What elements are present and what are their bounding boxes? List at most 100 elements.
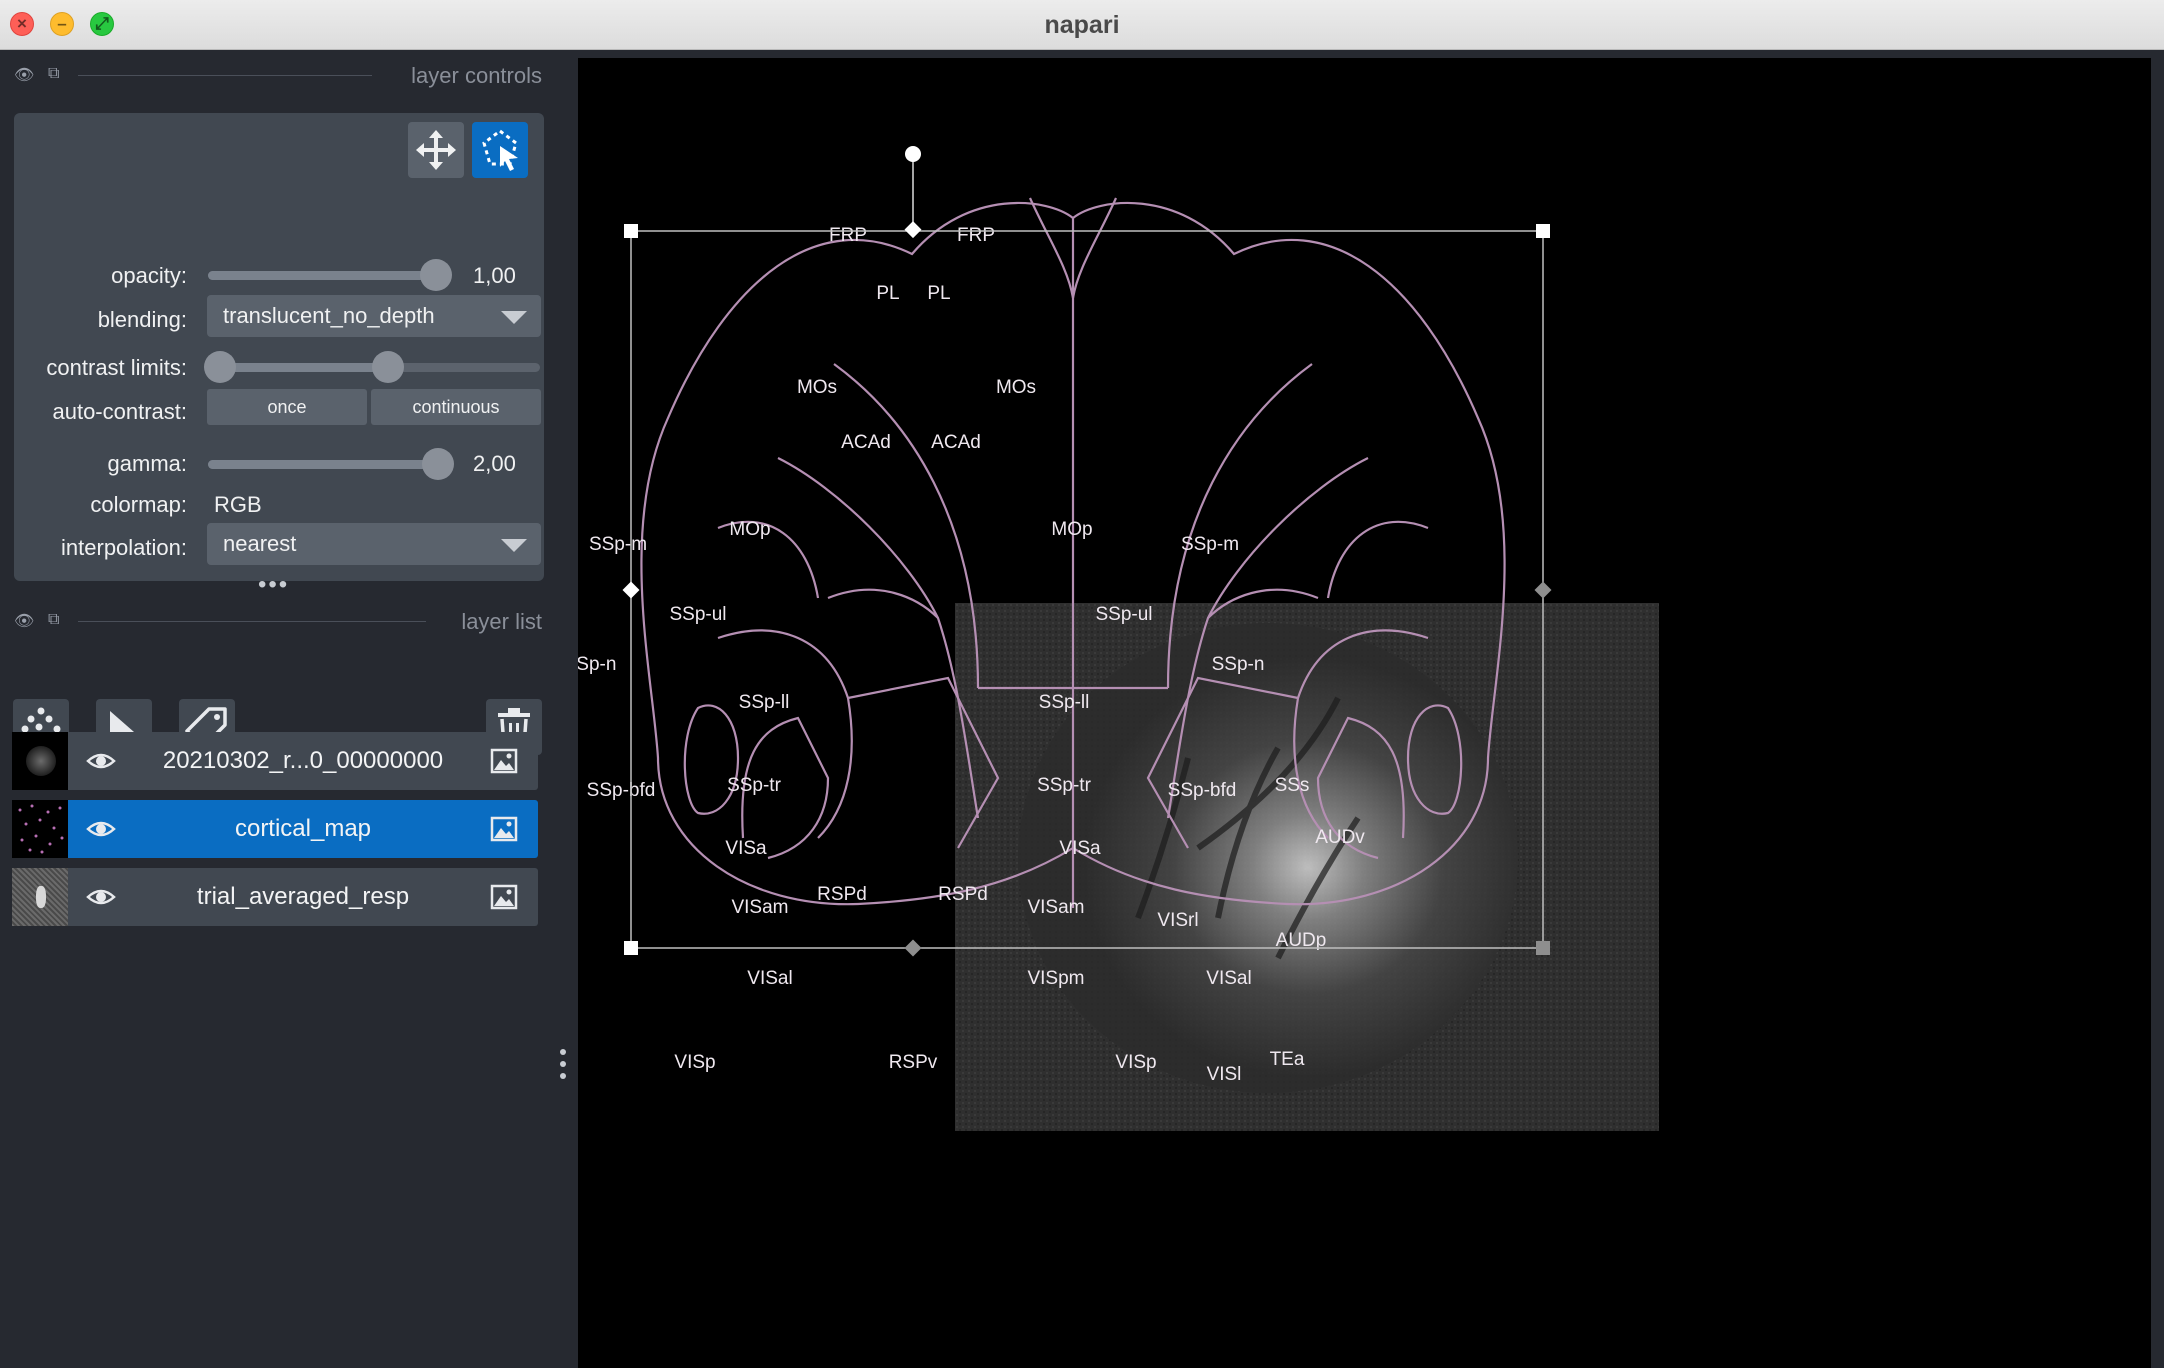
eye-icon[interactable] [86,882,116,912]
resize-handle[interactable] [624,224,638,238]
viewer-canvas[interactable]: FRP PL MOs ACAd MOp SSp-m SSp-ul SSp-n S… [578,58,2151,1368]
layer-list-title: layer list [461,609,542,634]
layer-controls-header: 👁 ⧉ layer controls [0,55,560,95]
region-label: SSp-m [1181,534,1239,555]
visibility-toggle-icon[interactable]: 👁 [14,611,34,631]
right-edge [2151,51,2164,1368]
layer-name[interactable]: 20210302_r...0_00000000 [128,747,478,775]
gamma-label: gamma: [107,451,187,476]
region-label: VISpm [1027,968,1084,989]
title-bar: × – ⤢ napari [0,0,2164,50]
contrast-high-handle[interactable] [372,351,404,383]
layer-name[interactable]: cortical_map [128,815,478,843]
auto-contrast-once-button[interactable]: once [207,389,367,425]
transform-select-icon [482,129,518,171]
eye-icon[interactable] [86,746,116,776]
blending-dropdown[interactable]: translucent_no_depth [207,295,541,337]
region-label: ACAd [931,432,981,453]
region-label: SSp-ul [669,604,726,625]
resize-handle[interactable] [622,581,640,599]
canvas-scene: FRP PL MOs ACAd MOp SSp-m SSp-ul SSp-n S… [578,146,1659,1131]
layer-thumbnail [12,732,68,790]
opacity-slider-handle[interactable] [420,259,452,291]
interpolation-dropdown[interactable]: nearest [207,523,541,565]
colormap-label: colormap: [90,492,187,517]
left-dock-panel: 👁 ⧉ layer controls opacity: 1,00 blendin… [0,51,578,1368]
opacity-label: opacity: [111,263,187,288]
region-label: RSPd [938,884,988,905]
region-label: PL [927,283,950,304]
contrast-low-handle[interactable] [204,351,236,383]
window-title: napari [1044,11,1120,39]
eye-icon[interactable] [86,814,116,844]
region-label: AUDv [1315,827,1365,848]
region-label: VISrl [1157,910,1198,931]
region-label: PL [876,283,899,304]
region-label: ACAd [841,432,891,453]
region-label: VISal [1206,968,1251,989]
resize-handle[interactable] [1536,941,1550,955]
region-label: SSp-n [578,654,616,675]
image-layer-icon [490,748,518,774]
region-label: SSp-ll [739,692,790,713]
region-label: MOp [729,519,770,540]
region-label: SSp-n [1212,654,1265,675]
float-panel-icon[interactable]: ⧉ [48,611,59,629]
region-label: FRP [957,225,995,246]
colormap-value: RGB [214,492,262,517]
gamma-slider[interactable] [208,448,454,480]
contrast-limits-label: contrast limits: [46,355,187,380]
dock-splitter[interactable] [568,51,578,1368]
float-panel-icon[interactable]: ⧉ [48,65,59,83]
region-label: SSp-tr [1037,775,1092,796]
resize-handle[interactable] [624,941,638,955]
gamma-slider-fill [208,460,440,469]
region-label: RSPd [817,884,867,905]
blending-label: blending: [97,307,187,332]
interpolation-label: interpolation: [61,535,187,560]
pan-zoom-button[interactable] [408,122,464,178]
region-label: VISa [1059,838,1101,859]
region-label: VISp [1115,1052,1156,1073]
gamma-slider-handle[interactable] [422,448,454,480]
layer-thumbnail [12,868,68,926]
region-label: VISa [725,838,767,859]
opacity-value: 1,00 [473,263,516,288]
layer-name[interactable]: trial_averaged_resp [128,883,478,911]
header-divider [78,621,426,622]
region-label: SSs [1275,775,1310,796]
auto-contrast-continuous-button[interactable]: continuous [371,389,541,425]
interpolation-value: nearest [223,531,297,556]
resize-handle[interactable] [904,221,922,239]
visibility-toggle-icon[interactable]: 👁 [14,65,34,85]
layer-list-header: 👁 ⧉ layer list [0,601,560,641]
region-label: TEa [1270,1049,1305,1070]
splitter-handle[interactable]: ••• [258,571,289,599]
image-layer-icon [490,884,518,910]
layer-row-cortical-map[interactable]: cortical_map [12,800,538,858]
opacity-slider[interactable] [208,259,452,291]
resize-handle[interactable] [904,939,922,957]
dock-resize-handle[interactable] [560,1049,568,1085]
region-label: SSp-ul [1095,604,1152,625]
transform-button[interactable] [472,122,528,178]
region-label: MOp [1051,519,1092,540]
rotation-handle[interactable] [905,146,921,162]
blending-value: translucent_no_depth [223,303,435,328]
region-label: VISal [747,968,792,989]
chevron-down-icon [501,539,527,552]
opacity-slider-fill [208,271,440,280]
region-label: FRP [829,225,867,246]
layer-row-recording[interactable]: 20210302_r...0_00000000 [12,732,538,790]
region-label: VISl [1207,1064,1242,1085]
contrast-limits-slider[interactable] [204,351,540,383]
region-label: SSp-ll [1039,692,1090,713]
resize-handle[interactable] [1536,224,1550,238]
layer-controls-title: layer controls [411,63,542,88]
resize-handle[interactable] [1534,581,1552,599]
layer-row-trial-averaged[interactable]: trial_averaged_resp [12,868,538,926]
region-label: SSp-bfd [587,780,656,801]
region-label: VISam [731,897,788,918]
region-label: VISp [674,1052,715,1073]
region-label: SSp-tr [727,775,782,796]
